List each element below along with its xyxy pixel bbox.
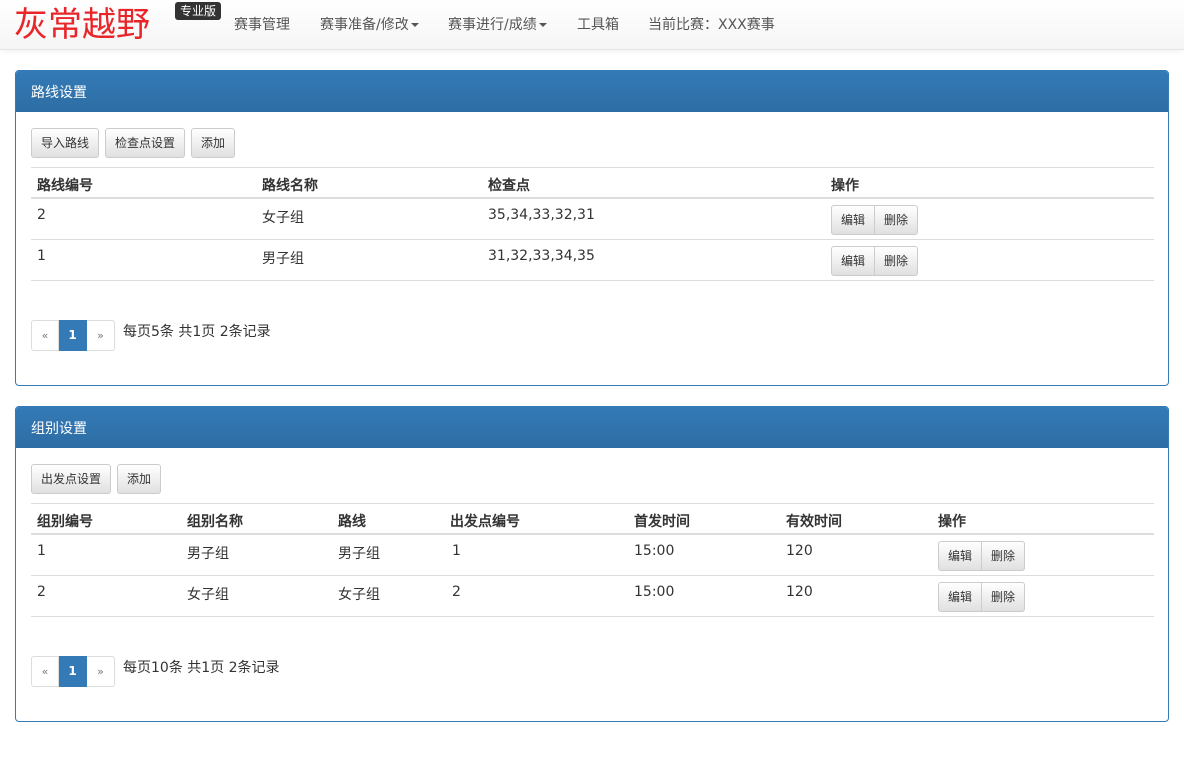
route-id: 1 bbox=[37, 248, 46, 264]
column-header: 出发点编号 bbox=[450, 514, 520, 530]
row-actions: 编辑 删除 bbox=[831, 246, 919, 276]
edition-badge: 专业版 bbox=[175, 2, 222, 20]
column-header: 路线编号 bbox=[37, 178, 93, 194]
top-navbar: 灰常越野 专业版 赛事管理 赛事准备/修改 赛事进行/成绩 工具箱 当前比赛：X… bbox=[0, 0, 1184, 50]
delete-button[interactable]: 删除 bbox=[982, 582, 1026, 612]
nav-current-event[interactable]: 当前比赛：XXX赛事 bbox=[648, 16, 775, 34]
delete-button[interactable]: 删除 bbox=[982, 541, 1026, 571]
next-page-button[interactable]: » bbox=[87, 656, 115, 687]
table-header: 组别编号 组别名称 路线 出发点编号 首发时间 有效时间 操作 bbox=[31, 503, 1154, 535]
column-header: 检查点 bbox=[488, 178, 530, 194]
checkpoint-settings-button[interactable]: 检查点设置 bbox=[105, 128, 186, 158]
import-routes-button[interactable]: 导入路线 bbox=[31, 128, 100, 158]
group-name: 男子组 bbox=[187, 546, 229, 562]
table-row: 2 女子组 女子组 2 15:00 120 编辑 删除 bbox=[31, 576, 1154, 617]
column-header: 操作 bbox=[938, 514, 966, 530]
pagination-info: 每页5条 共1页 2条记录 bbox=[123, 324, 271, 340]
prev-page-button[interactable]: « bbox=[31, 320, 59, 351]
pagination: « 1 » bbox=[31, 656, 115, 687]
group-first-start: 15:00 bbox=[634, 543, 675, 559]
prev-page-button[interactable]: « bbox=[31, 656, 59, 687]
start-point-settings-button[interactable]: 出发点设置 bbox=[31, 464, 112, 494]
group-first-start: 15:00 bbox=[634, 584, 675, 600]
group-route: 男子组 bbox=[338, 546, 380, 562]
table-row: 1 男子组 男子组 1 15:00 120 编辑 删除 bbox=[31, 535, 1154, 576]
column-header: 操作 bbox=[831, 178, 859, 194]
row-actions: 编辑 删除 bbox=[938, 582, 1026, 612]
route-name: 男子组 bbox=[262, 251, 304, 267]
column-header: 路线名称 bbox=[262, 178, 318, 194]
table-header: 路线编号 路线名称 检查点 操作 bbox=[31, 167, 1154, 199]
group-route: 女子组 bbox=[338, 587, 380, 603]
add-group-button[interactable]: 添加 bbox=[117, 464, 162, 494]
add-route-button[interactable]: 添加 bbox=[191, 128, 236, 158]
edit-button[interactable]: 编辑 bbox=[938, 582, 983, 612]
group-valid-time: 120 bbox=[786, 543, 813, 559]
nav-event-progress-dropdown[interactable]: 赛事进行/成绩 bbox=[448, 16, 547, 34]
group-start-point: 2 bbox=[452, 584, 461, 600]
nav-event-management[interactable]: 赛事管理 bbox=[234, 16, 290, 34]
pagination: « 1 » bbox=[31, 320, 115, 351]
panel-title: 路线设置 bbox=[16, 71, 1168, 112]
pagination-info: 每页10条 共1页 2条记录 bbox=[123, 660, 280, 676]
edit-button[interactable]: 编辑 bbox=[938, 541, 983, 571]
column-header: 首发时间 bbox=[634, 514, 690, 530]
table-row: 2 女子组 35,34,33,32,31 编辑 删除 bbox=[31, 199, 1154, 240]
groups-panel: 组别设置 出发点设置 添加 组别编号 组别名称 路线 出发点编号 首发时间 有效… bbox=[15, 406, 1169, 722]
delete-button[interactable]: 删除 bbox=[875, 246, 919, 276]
table-row: 1 男子组 31,32,33,34,35 编辑 删除 bbox=[31, 240, 1154, 281]
panel-title: 组别设置 bbox=[16, 407, 1168, 448]
column-header: 有效时间 bbox=[786, 514, 842, 530]
page-button[interactable]: 1 bbox=[59, 320, 87, 351]
brand-logo[interactable]: 灰常越野 bbox=[14, 5, 150, 45]
route-checkpoints: 31,32,33,34,35 bbox=[488, 248, 595, 264]
group-id: 2 bbox=[37, 584, 46, 600]
group-id: 1 bbox=[37, 543, 46, 559]
nav-toolbox[interactable]: 工具箱 bbox=[577, 16, 619, 34]
group-name: 女子组 bbox=[187, 587, 229, 603]
row-actions: 编辑 删除 bbox=[938, 541, 1026, 571]
page-button[interactable]: 1 bbox=[59, 656, 87, 687]
route-name: 女子组 bbox=[262, 210, 304, 226]
caret-down-icon bbox=[538, 23, 547, 27]
edit-button[interactable]: 编辑 bbox=[831, 205, 876, 235]
route-id: 2 bbox=[37, 207, 46, 223]
delete-button[interactable]: 删除 bbox=[875, 205, 919, 235]
routes-panel: 路线设置 导入路线 检查点设置 添加 路线编号 路线名称 检查点 操作 2 女子… bbox=[15, 70, 1169, 386]
nav-event-prep-dropdown[interactable]: 赛事准备/修改 bbox=[320, 16, 419, 34]
group-valid-time: 120 bbox=[786, 584, 813, 600]
caret-down-icon bbox=[410, 23, 419, 27]
column-header: 组别名称 bbox=[187, 514, 243, 530]
route-checkpoints: 35,34,33,32,31 bbox=[488, 207, 595, 223]
edit-button[interactable]: 编辑 bbox=[831, 246, 876, 276]
column-header: 路线 bbox=[338, 514, 366, 530]
group-start-point: 1 bbox=[452, 543, 461, 559]
next-page-button[interactable]: » bbox=[87, 320, 115, 351]
row-actions: 编辑 删除 bbox=[831, 205, 919, 235]
column-header: 组别编号 bbox=[37, 514, 93, 530]
